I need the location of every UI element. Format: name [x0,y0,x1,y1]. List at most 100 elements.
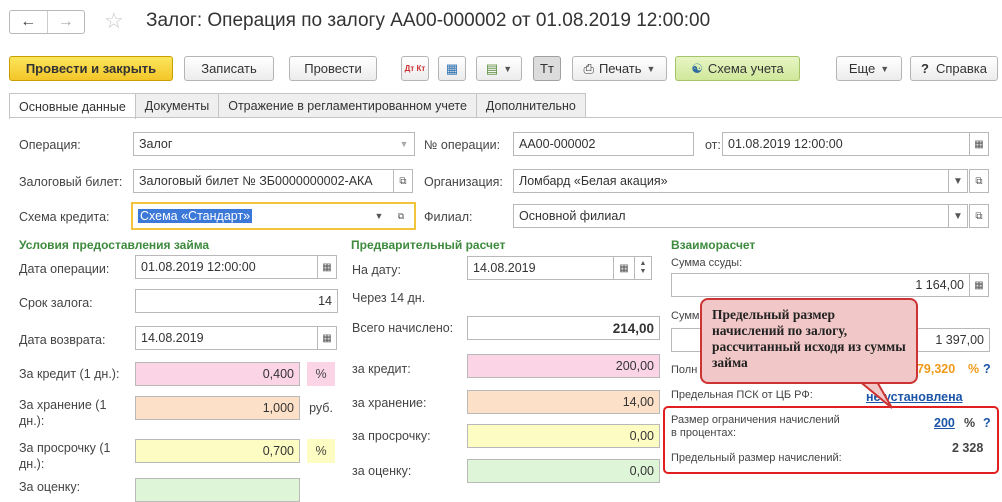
chevron-down-icon[interactable]: ▼ [371,205,387,227]
credit-rate-field[interactable]: 0,400 [135,362,300,386]
calendar-icon[interactable]: ▦ [317,326,337,350]
chevron-down-icon: ▼ [880,63,890,74]
help-button[interactable]: ? Справка [910,56,998,81]
highlight-frame [663,406,999,474]
ticket-value: Залоговый билет № ЗБ0000000002-АКА [139,174,373,188]
chevron-down-icon[interactable]: ▼ [948,169,968,193]
appraisal-rate-label: За оценку: [19,480,81,494]
chevron-down-icon[interactable]: ▼ [396,133,412,155]
dtkt-button[interactable]: Дт Кт [401,56,429,81]
psk-label: Предельная ПСК от ЦБ РФ: [671,389,813,401]
return-date-field[interactable]: 14.08.2019 [135,326,318,350]
print-button[interactable]: ⎙ Печать ▼ [572,56,667,81]
forward-arrow-icon[interactable]: → [46,11,85,33]
scheme-icon: ☯ [691,60,703,76]
structure-button[interactable]: ▦ [438,56,466,81]
total-accrued-label: Всего начислено: [352,321,454,335]
post-button[interactable]: Провести [289,56,377,81]
operation-number-label: № операции: [424,138,501,152]
back-arrow-icon[interactable]: ← [10,11,47,33]
calc-date-label: На дату: [352,263,402,277]
tab-regulated-accounting[interactable]: Отражение в регламентированном учете [218,93,477,118]
navigation-buttons: ← → [9,10,85,34]
overdue-rate-label: За просрочку (1 дн.): [19,440,111,472]
calc-date-field[interactable]: 14.08.2019 [467,256,614,280]
calc-appraisal-field: 0,00 [467,459,660,483]
dtkt-icon: Дт Кт [404,63,426,73]
open-ticket-icon[interactable]: ⧉ [393,169,413,193]
calc-credit-label: за кредит: [352,362,411,376]
accounting-scheme-button[interactable]: ☯ Схема учета [675,56,800,81]
chevron-down-icon: ▼ [646,63,656,74]
window-title: Залог: Операция по залогу АА00-000002 от… [146,10,711,31]
scheme-label: Схема кредита: [19,210,110,224]
operation-date-field[interactable]: 01.08.2019 12:00:00 [135,255,318,279]
open-scheme-icon[interactable]: ⧉ [393,205,409,227]
appraisal-rate-field[interactable] [135,478,300,502]
loan-amount-field[interactable]: 1 164,00 [671,273,970,297]
calendar-icon[interactable]: ▦ [317,255,337,279]
operation-label: Операция: [19,138,81,152]
storage-rate-unit: руб. [309,401,333,415]
more-label: Еще [848,61,876,76]
save-button[interactable]: Записать [184,56,274,81]
loan-amount-label: Сумма ссуды: [671,257,743,269]
ticket-field[interactable]: Залоговый билет № ЗБ0000000002-АКА [133,169,394,193]
scheme-label: Схема учета [707,61,784,76]
scheme-value: Схема «Стандарт» [138,209,253,223]
callout-pointer [856,380,893,409]
tab-divider [9,117,1002,118]
help-icon: ? [921,61,929,76]
calc-appraisal-value: 0,00 [629,464,654,478]
branch-field[interactable]: Основной филиал [513,204,949,228]
sum-label: Сумм [671,310,700,322]
storage-rate-field[interactable]: 1,000 [135,396,300,420]
chevron-down-icon[interactable]: ▼ [948,204,968,228]
calc-date-value: 14.08.2019 [473,261,536,275]
full-cost-unit: % [968,362,980,376]
calc-credit-value: 200,00 [615,359,654,373]
overdue-rate-unit: % [307,439,335,463]
calc-overdue-value: 0,00 [629,429,654,443]
date-value: 01.08.2019 12:00:00 [728,137,843,151]
calc-credit-field: 200,00 [467,354,660,378]
tab-main-data[interactable]: Основные данные [9,93,136,119]
more-button[interactable]: Еще ▼ [836,56,902,81]
spin-down-icon[interactable]: ▼ [640,268,647,276]
full-cost-help-icon[interactable]: ? [983,362,991,376]
full-cost-label: Полн [671,364,698,376]
spin-up-icon[interactable]: ▲ [640,260,647,268]
tab-additional[interactable]: Дополнительно [475,93,586,118]
open-organization-icon[interactable]: ⧉ [969,169,989,193]
font-toggle-button[interactable]: Тт [533,56,561,81]
open-branch-icon[interactable]: ⧉ [969,204,989,228]
storage-rate-label: За хранение (1 дн.): [19,397,106,429]
calc-appraisal-label: за оценку: [352,464,412,478]
credit-rate-label: За кредит (1 дн.): [19,367,120,381]
return-date-label: Дата возврата: [19,333,106,347]
calc-storage-label: за хранение: [352,396,427,410]
calculator-icon[interactable]: ▦ [969,273,989,297]
operation-field[interactable]: Залог [133,132,415,156]
post-and-close-button[interactable]: Провести и закрыть [9,56,173,81]
favorite-star-icon[interactable]: ☆ [104,8,124,34]
calc-section-title: Предварительный расчет [351,238,506,252]
calc-overdue-field: 0,00 [467,424,660,448]
date-spinner[interactable]: ▲ ▼ [634,256,652,280]
calc-storage-field: 14,00 [467,390,660,414]
tab-documents[interactable]: Документы [134,93,220,118]
operation-number-field[interactable]: АА00-000002 [513,132,694,156]
term-field[interactable]: 14 [135,289,338,313]
overdue-rate-field[interactable]: 0,700 [135,439,300,463]
calc-storage-value: 14,00 [622,395,654,409]
operation-number-value: АА00-000002 [519,137,596,151]
structure-icon: ▦ [445,60,459,76]
term-label: Срок залога: [19,296,93,310]
title-bar: ← → ☆ Залог: Операция по залогу АА00-000… [0,0,1002,44]
calendar-icon[interactable]: ▦ [613,256,635,280]
tab-bar: Основные данные Документы Отражение в ре… [9,93,586,119]
date-field[interactable]: 01.08.2019 12:00:00 [722,132,970,156]
create-based-button[interactable]: ▤ ▼ [476,56,522,81]
calendar-icon[interactable]: ▦ [969,132,989,156]
organization-field[interactable]: Ломбард «Белая акация» [513,169,949,193]
